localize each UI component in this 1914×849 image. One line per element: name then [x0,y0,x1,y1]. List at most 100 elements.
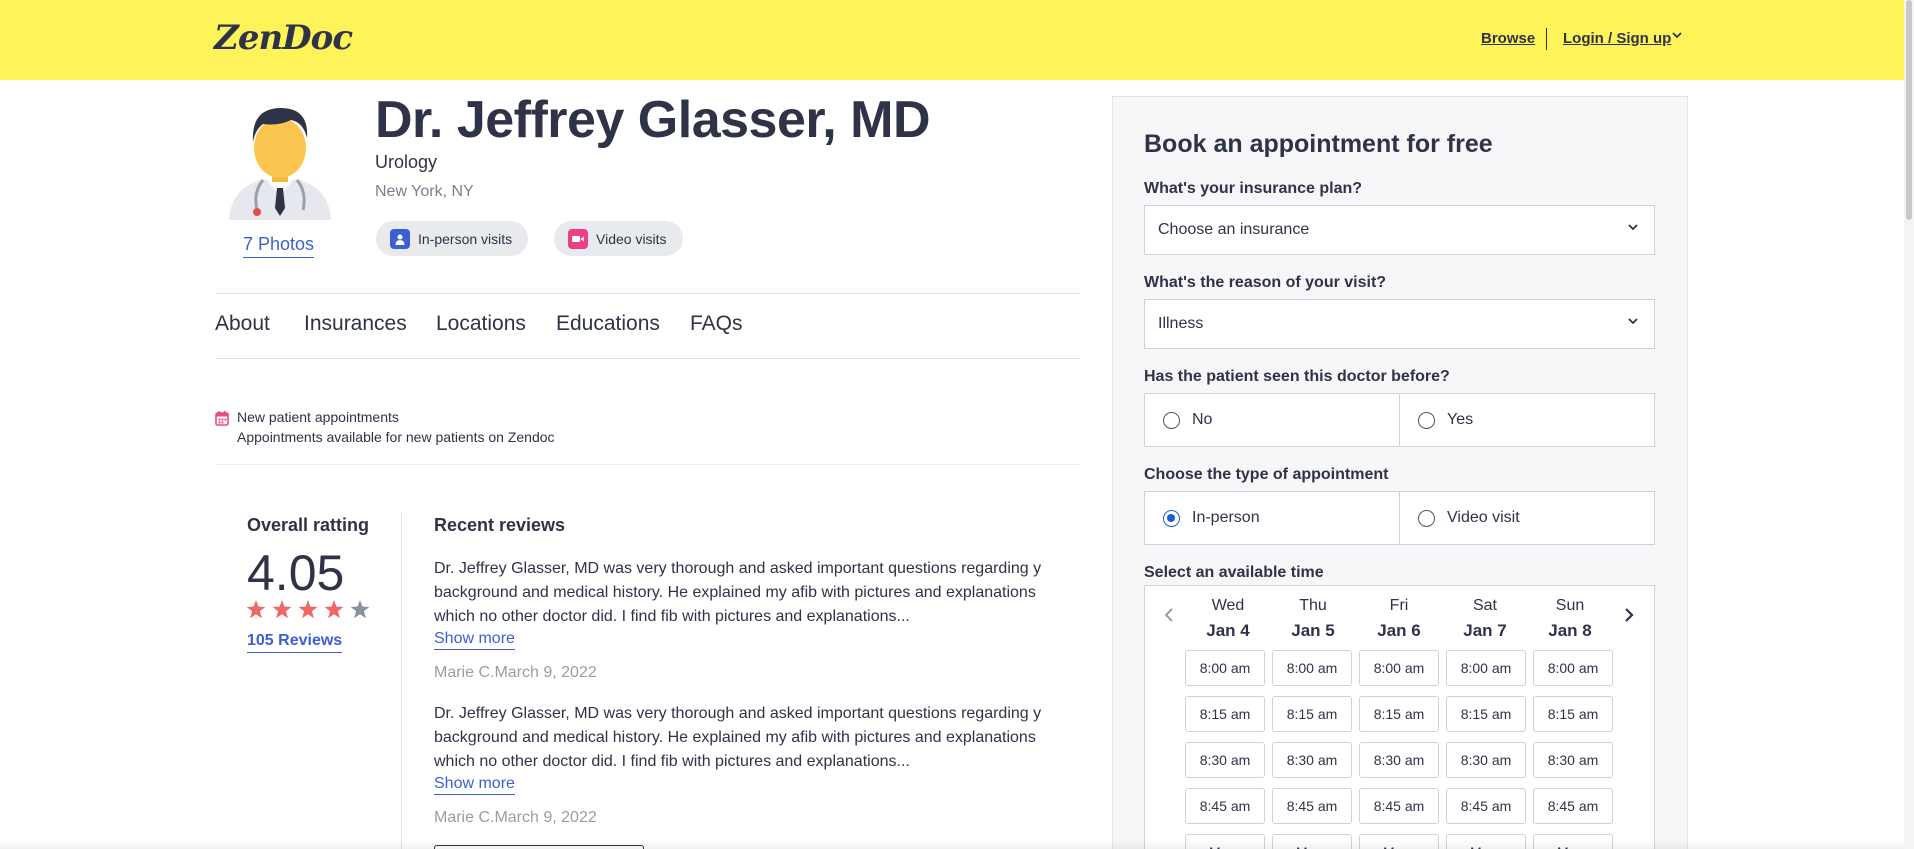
time-slot-button[interactable]: 8:15 am [1533,696,1613,732]
star-icon [298,600,318,619]
day-name: Wed [1211,597,1245,614]
booking-title: Book an appointment for free [1144,130,1493,158]
nav-divider [1546,28,1547,50]
time-slot-button[interactable]: 8:30 am [1272,742,1352,778]
tabs-bottom-divider [215,358,1081,359]
chevron-right-icon[interactable] [1622,604,1636,630]
in-person-option[interactable]: In-person [1144,491,1400,545]
radio-button[interactable] [1418,411,1435,429]
reason-label: What's the reason of your visit? [1144,274,1387,291]
day-date: Jan 7 [1463,621,1507,640]
rating-stars [246,600,370,619]
recent-reviews-title: Recent reviews [434,515,566,535]
scrollbar-thumb[interactable] [1906,0,1912,220]
review-meta: Marie C.March 9, 2022 [434,809,597,826]
appointment-type-label: Choose the type of appointment [1144,466,1389,483]
insurance-select-value: Choose an insurance [1158,221,1310,238]
time-slot-button[interactable]: 8:30 am [1446,742,1526,778]
radio-button[interactable] [1163,411,1180,429]
tab-insurances[interactable]: Insurances [304,312,407,336]
ratings-divider [401,512,402,849]
time-slot-button[interactable]: 8:15 am [1446,696,1526,732]
day-date: Jan 8 [1548,621,1592,640]
radio-button[interactable] [1418,509,1435,527]
review-meta: Marie C.March 9, 2022 [434,664,597,681]
insurance-label: What's your insurance plan? [1144,180,1363,197]
login-signup-link[interactable]: Login / Sign up [1563,30,1671,47]
chevron-down-icon[interactable] [1670,28,1684,45]
day-date: Jan 5 [1291,621,1335,640]
chip-label: In-person visits [418,230,513,247]
overall-rating-title: Overall ratting [247,515,370,535]
time-slot-button[interactable]: 8:45 am [1272,788,1352,824]
star-icon [272,600,292,619]
browse-link[interactable]: Browse [1481,30,1535,47]
time-slot-button[interactable]: 8:15 am [1272,696,1352,732]
time-slot-button[interactable]: 8:15 am [1185,696,1265,732]
time-slot-button[interactable]: 8:30 am [1185,742,1265,778]
overall-rating-value: 4.05 [247,545,345,601]
doctor-specialty: Urology [375,152,438,172]
seen-before-no-option[interactable]: No [1144,393,1400,447]
doctor-avatar[interactable] [223,96,337,220]
time-slot-button[interactable]: 8:00 am [1185,650,1265,686]
select-time-label: Select an available time [1144,564,1324,581]
time-slot-button[interactable]: 8:00 am [1359,650,1439,686]
time-slot-button[interactable]: 8:00 am [1446,650,1526,686]
day-date: Jan 6 [1377,621,1421,640]
radio-label: In-person [1192,509,1260,526]
bottom-shadow [0,840,1904,849]
reviews-count-link[interactable]: 105 Reviews [247,632,343,653]
time-slot-button[interactable]: 8:45 am [1533,788,1613,824]
time-slot-button[interactable]: 8:00 am [1272,650,1352,686]
video-visit-option[interactable]: Video visit [1399,491,1655,545]
radio-label: Video visit [1447,509,1520,526]
reason-select[interactable]: Illness [1144,299,1655,349]
in-person-visits-chip: In-person visits [376,221,529,256]
calendar-icon [215,410,229,431]
day-name: Sun [1555,597,1585,614]
day-name: Sat [1472,597,1497,614]
star-icon [246,600,266,619]
chevron-left-icon[interactable] [1162,604,1176,630]
time-slot-button[interactable]: 8:15 am [1359,696,1439,732]
person-icon [390,228,410,249]
tab-faqs[interactable]: FAQs [690,312,743,336]
time-slot-button[interactable]: 8:45 am [1359,788,1439,824]
tabs-top-divider [215,293,1081,294]
new-patient-subtitle: Appointments available for new patients … [237,429,555,445]
seen-before-yes-option[interactable]: Yes [1399,393,1655,447]
review-text: Dr. Jeffrey Glasser, MD was very thoroug… [434,705,1042,770]
time-slot-button[interactable]: 8:30 am [1359,742,1439,778]
time-slot-button[interactable]: 8:45 am [1185,788,1265,824]
show-more-link[interactable]: Show more [434,775,515,795]
video-camera-icon [568,228,588,249]
time-slot-button[interactable]: 8:00 am [1533,650,1613,686]
insurance-select[interactable]: Choose an insurance [1144,205,1655,255]
show-more-link[interactable]: Show more [434,630,515,650]
tab-educations[interactable]: Educations [556,312,660,336]
star-empty-icon [350,600,370,619]
time-slot-button[interactable]: 8:45 am [1446,788,1526,824]
section-divider [215,464,1081,465]
day-name: Fri [1389,597,1409,614]
radio-label: No [1192,411,1213,428]
video-visits-chip: Video visits [554,221,683,256]
photos-link[interactable]: 7 Photos [243,234,315,258]
doctor-location: New York, NY [375,183,474,200]
new-patient-title: New patient appointments [237,409,399,425]
time-slot-button[interactable]: 8:30 am [1533,742,1613,778]
chevron-down-icon [1626,314,1640,333]
seen-before-label: Has the patient seen this doctor before? [1144,368,1450,385]
tab-about[interactable]: About [215,312,270,336]
radio-button-selected[interactable] [1163,509,1180,527]
day-name: Thu [1299,597,1327,614]
chip-label: Video visits [596,230,667,247]
review-text: Dr. Jeffrey Glasser, MD was very thoroug… [434,560,1042,625]
star-icon [324,600,344,619]
day-date: Jan 4 [1206,621,1250,640]
doctor-name: Dr. Jeffrey Glasser, MD [375,91,931,149]
tab-locations[interactable]: Locations [436,312,526,336]
chevron-down-icon [1626,220,1640,239]
zendoc-logo[interactable]: ZenDoc [214,18,353,58]
